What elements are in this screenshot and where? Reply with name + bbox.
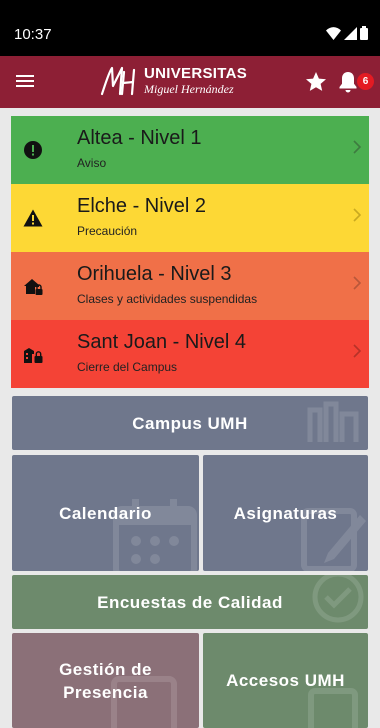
alert-sant-joan[interactable]: Sant Joan - Nivel 4 Cierre del Campus [11,320,369,388]
alert-title: Sant Joan - Nivel 4 [77,331,246,353]
alert-subtitle: Aviso [77,156,107,170]
signal-icon [344,26,357,40]
alert-title: Altea - Nivel 1 [77,127,202,149]
hamburger-menu-icon[interactable] [16,72,34,92]
chevron-right-icon [353,208,362,222]
status-time: 10:37 [14,26,52,43]
building-lock-icon [24,348,43,363]
battery-icon [360,26,368,40]
alert-subtitle: Precaución [77,224,138,238]
gestion-presencia-line1: Gestión de [59,659,152,679]
chevron-right-icon [353,140,362,154]
gestion-presencia-line2: Presencia [63,682,148,702]
wifi-icon [326,26,341,40]
campus-alerts-list: Altea - Nivel 1 Aviso Elche - Nivel 2 Pr… [11,116,369,388]
alert-subtitle: Cierre del Campus [77,360,178,374]
chevron-right-icon [353,344,362,358]
umh-watermark-icon [307,401,359,442]
asignaturas-label: Asignaturas [233,503,338,523]
alert-subtitle: Clases y actividades suspendidas [77,292,258,306]
gestion-presencia-button[interactable]: Gestión de Presencia [12,633,199,728]
alert-orihuela[interactable]: Orihuela - Nivel 3 Clases y actividades … [11,252,369,320]
star-icon[interactable] [304,70,328,94]
accesos-umh-button[interactable]: Accesos UMH [203,633,368,728]
alert-title: Elche - Nivel 2 [77,195,206,217]
chevron-right-icon [353,276,362,290]
app-header: UNIVERSITAS Miguel Hernández 6 [0,56,380,108]
encuestas-label: Encuestas de Calidad [97,592,283,612]
gestion-presencia-label: Gestión de Presencia [59,658,152,704]
umh-logo: UNIVERSITAS Miguel Hernández [100,64,247,98]
umh-logo-mark [100,66,136,96]
campus-umh-label: Campus UMH [132,413,248,433]
warning-triangle-icon [23,209,43,227]
alert-elche[interactable]: Elche - Nivel 2 Precaución [11,184,369,252]
encuestas-calidad-button[interactable]: Encuestas de Calidad [12,575,368,629]
calendario-label: Calendario [59,503,152,523]
calendario-button[interactable]: Calendario [12,455,199,571]
house-lock-icon [24,279,43,295]
brand-title: UNIVERSITAS [144,65,248,82]
check-circle-icon [312,575,364,623]
brand-subtitle: Miguel Hernández [144,82,234,96]
status-bar: 10:37 [0,0,380,56]
alert-altea[interactable]: Altea - Nivel 1 Aviso [11,116,369,184]
accesos-umh-label: Accesos UMH [226,671,345,690]
campus-umh-button[interactable]: Campus UMH [12,396,368,450]
status-icons [326,26,368,40]
exclamation-circle-icon [24,141,42,159]
alert-title: Orihuela - Nivel 3 [77,263,232,285]
notification-badge: 6 [357,73,374,90]
asignaturas-button[interactable]: Asignaturas [203,455,368,571]
